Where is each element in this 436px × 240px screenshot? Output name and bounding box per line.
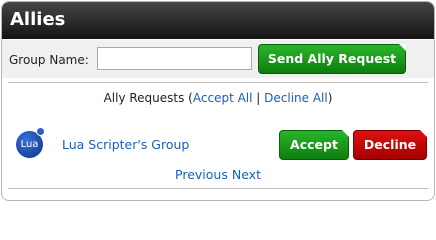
send-ally-request-button[interactable]: Send Ally Request (258, 44, 406, 74)
divider (8, 188, 428, 189)
previous-link[interactable]: Previous (175, 167, 228, 182)
ally-requests-line: Ally Requests (Accept All | Decline All) (2, 91, 434, 105)
next-link[interactable]: Next (232, 167, 261, 182)
allies-panel: Allies Group Name: Send Ally Request All… (1, 1, 435, 201)
group-emblem-icon[interactable]: Lua (16, 127, 45, 158)
group-name-row: Group Name: Send Ally Request (2, 40, 434, 78)
group-name-label: Group Name: (9, 53, 89, 67)
group-emblem-text: Lua (20, 139, 39, 150)
accept-button[interactable]: Accept (279, 130, 349, 160)
decline-button[interactable]: Decline (353, 130, 427, 160)
decline-all-link[interactable]: Decline All (264, 91, 328, 105)
ally-requests-prefix: Ally Requests ( (103, 91, 193, 105)
ally-requests-separator: | (252, 91, 265, 105)
moon-icon (36, 127, 45, 136)
ally-requests-suffix: ) (327, 91, 333, 105)
panel-header: Allies (2, 2, 434, 39)
group-name-link[interactable]: Lua Scripter's Group (62, 137, 189, 152)
accept-all-link[interactable]: Accept All (193, 91, 253, 105)
divider (8, 82, 428, 83)
pager: Previous Next (2, 167, 434, 182)
panel-title: Allies (10, 9, 66, 30)
group-name-input[interactable] (97, 47, 252, 70)
